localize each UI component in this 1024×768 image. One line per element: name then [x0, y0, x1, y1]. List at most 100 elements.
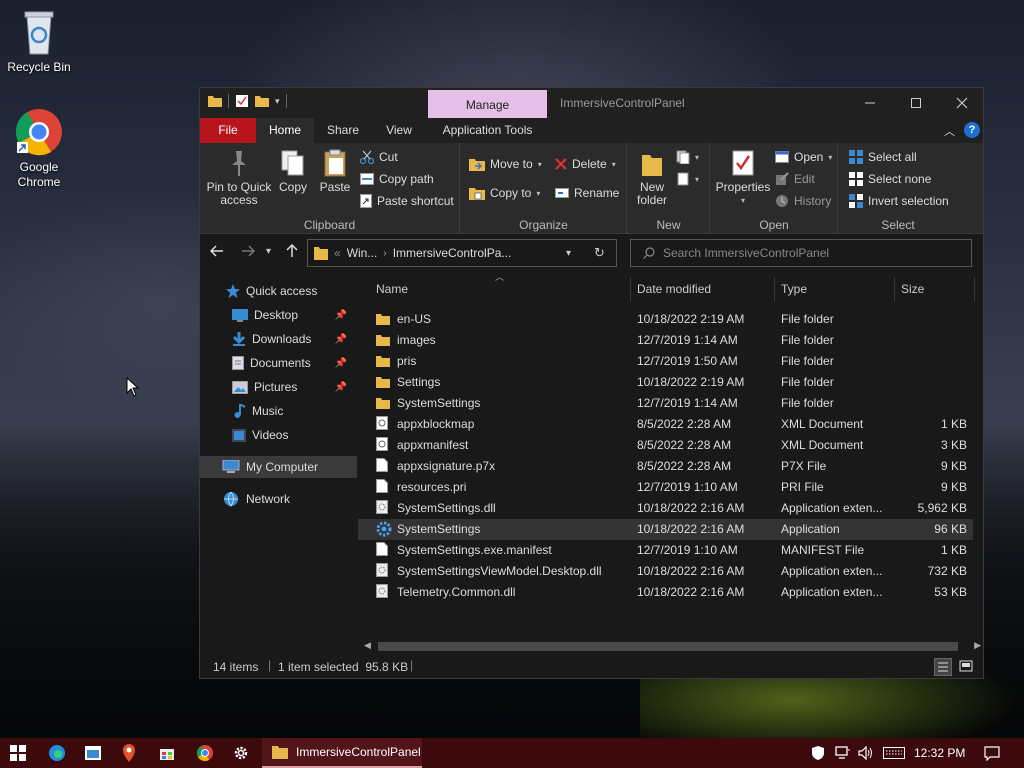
tab-home[interactable]: Home	[256, 118, 314, 143]
sidebar-item-desktop[interactable]: Desktop 📌	[200, 304, 357, 326]
sidebar-item-music[interactable]: Music	[200, 400, 357, 422]
taskbar-store[interactable]	[150, 738, 184, 768]
paste-button[interactable]: Paste	[316, 149, 354, 194]
back-button[interactable]	[209, 244, 224, 262]
help-icon[interactable]: ?	[964, 122, 980, 138]
forward-button[interactable]	[241, 244, 256, 262]
delete-button[interactable]: Delete ▾	[555, 154, 616, 174]
details-view-button[interactable]	[934, 658, 952, 676]
copy-to-button[interactable]: Copy to ▾	[469, 183, 540, 203]
table-row[interactable]: SystemSettings 10/18/2022 2:16 AM Applicat…	[358, 519, 973, 540]
sidebar-item-network[interactable]: Network	[200, 488, 357, 510]
sidebar-item-documents[interactable]: Documents 📌	[200, 352, 357, 374]
tray-volume[interactable]	[856, 738, 876, 768]
large-icons-view-button[interactable]	[958, 658, 976, 676]
properties-button[interactable]: Properties ▾	[715, 149, 771, 207]
desktop-icon-google-chrome[interactable]: Google Chrome	[1, 108, 77, 190]
table-row[interactable]: appxsignature.p7x 8/5/2022 2:28 AM P7X Fil…	[358, 456, 973, 477]
new-item-button[interactable]: ▾	[676, 147, 699, 167]
sidebar-item-my-computer[interactable]: My Computer	[200, 456, 357, 478]
table-row[interactable]: SystemSettings 12/7/2019 1:14 AM File fold…	[358, 393, 973, 414]
history-button[interactable]: History	[775, 191, 831, 211]
column-header-date-modified[interactable]: Date modified	[631, 277, 775, 301]
tab-share[interactable]: Share	[316, 118, 370, 143]
move-to-button[interactable]: Move to ▾	[469, 154, 542, 174]
up-button[interactable]	[285, 243, 299, 262]
table-row[interactable]: Settings 10/18/2022 2:19 AM File folder	[358, 372, 973, 393]
new-folder-icon[interactable]	[255, 95, 269, 107]
table-row[interactable]: appxblockmap 8/5/2022 2:28 AM XML Document…	[358, 414, 973, 435]
pin-to-quick-access-button[interactable]: Pin to Quick access	[206, 149, 272, 207]
start-button[interactable]	[0, 738, 36, 768]
edit-button[interactable]: Edit	[775, 169, 815, 189]
cut-button[interactable]: Cut	[360, 147, 398, 167]
select-all-button[interactable]: Select all	[849, 147, 917, 167]
customize-toolbar-icon[interactable]: ▾	[275, 96, 280, 107]
copy-button[interactable]: Copy	[274, 149, 312, 194]
taskbar-file-explorer[interactable]: ImmersiveControlPanel	[262, 738, 422, 768]
clock[interactable]: 12:32 PM	[914, 746, 965, 760]
table-row[interactable]: images 12/7/2019 1:14 AM File folder	[358, 330, 973, 351]
scroll-left-icon[interactable]: ◀	[364, 640, 371, 651]
table-row[interactable]: SystemSettings.dll 10/18/2022 2:16 AM Appl…	[358, 498, 973, 519]
horizontal-scrollbar[interactable]: ◀ ▶	[360, 639, 983, 654]
table-row[interactable]: appxmanifest 8/5/2022 2:28 AM XML Document…	[358, 435, 973, 456]
taskbar-maps[interactable]	[112, 738, 146, 768]
taskbar-chrome[interactable]	[188, 738, 222, 768]
open-button[interactable]: Open ▾	[775, 147, 832, 167]
group-label: Organize	[519, 218, 568, 232]
maximize-button[interactable]	[893, 88, 939, 118]
new-folder-button[interactable]: New folder	[632, 149, 672, 207]
table-row[interactable]: resources.pri 12/7/2019 1:10 AM PRI File 9 …	[358, 477, 973, 498]
separator	[228, 94, 229, 108]
breadcrumb-item[interactable]: Win...	[347, 246, 378, 260]
action-center-button[interactable]	[980, 738, 1004, 768]
taskbar-app[interactable]	[76, 738, 110, 768]
search-box[interactable]: Search ImmersiveControlPanel	[630, 239, 972, 267]
close-button[interactable]	[939, 88, 985, 118]
breadcrumb-item[interactable]: ImmersiveControlPa...	[393, 246, 512, 260]
column-header-size[interactable]: Size	[895, 277, 975, 301]
tray-network[interactable]	[832, 738, 854, 768]
sidebar-item-videos[interactable]: Videos	[200, 424, 357, 446]
copy-path-button[interactable]: Copy path	[360, 169, 434, 189]
refresh-icon[interactable]: ↻	[594, 245, 605, 261]
recent-locations-button[interactable]: ▾	[266, 246, 271, 257]
breadcrumb-overflow[interactable]: «	[334, 246, 341, 260]
column-header-name[interactable]: Name	[370, 277, 631, 301]
scrollbar-thumb[interactable]	[378, 642, 958, 651]
dll-file-icon	[376, 500, 394, 521]
tab-view[interactable]: View	[372, 118, 426, 143]
invert-selection-button[interactable]: Invert selection	[849, 191, 949, 211]
collapse-ribbon-icon[interactable]: ︿	[944, 123, 955, 139]
easy-access-button[interactable]: ▾	[676, 169, 699, 189]
search-input[interactable]: Search ImmersiveControlPanel	[663, 246, 829, 260]
file-size: 1 KB	[940, 417, 967, 431]
taskbar-settings[interactable]	[224, 738, 258, 768]
table-row[interactable]: en-US 10/18/2022 2:19 AM File folder	[358, 309, 973, 330]
tray-keyboard[interactable]	[880, 738, 908, 768]
table-row[interactable]: pris 12/7/2019 1:50 AM File folder	[358, 351, 973, 372]
table-row[interactable]: SystemSettings.exe.manifest 12/7/2019 1:1…	[358, 540, 973, 561]
taskbar-edge[interactable]	[40, 738, 74, 768]
table-row[interactable]: SystemSettingsViewModel.Desktop.dll 10/18…	[358, 561, 973, 582]
tab-manage[interactable]: Manage	[428, 90, 547, 118]
sidebar-item-downloads[interactable]: Downloads 📌	[200, 328, 357, 350]
scroll-right-icon[interactable]: ▶	[974, 640, 981, 651]
file-size: 1 KB	[940, 543, 967, 557]
address-bar[interactable]: « Win... › ImmersiveControlPa... ▾ ↻	[307, 239, 617, 267]
tray-security[interactable]	[808, 738, 828, 768]
tab-file[interactable]: File	[200, 118, 256, 143]
sidebar-item-quick-access[interactable]: Quick access	[200, 280, 357, 302]
sidebar-item-pictures[interactable]: Pictures 📌	[200, 376, 357, 398]
properties-icon[interactable]	[235, 94, 249, 108]
address-dropdown-icon[interactable]: ▾	[566, 248, 571, 259]
tab-application-tools[interactable]: Application Tools	[430, 118, 545, 143]
minimize-button[interactable]	[847, 88, 893, 118]
select-none-button[interactable]: Select none	[849, 169, 931, 189]
table-row[interactable]: Telemetry.Common.dll 10/18/2022 2:16 AM Ap…	[358, 582, 973, 603]
desktop-icon-recycle-bin[interactable]: Recycle Bin	[1, 8, 77, 75]
paste-shortcut-button[interactable]: Paste shortcut	[360, 191, 454, 211]
column-header-type[interactable]: Type	[775, 277, 895, 301]
rename-button[interactable]: Rename	[555, 183, 619, 203]
